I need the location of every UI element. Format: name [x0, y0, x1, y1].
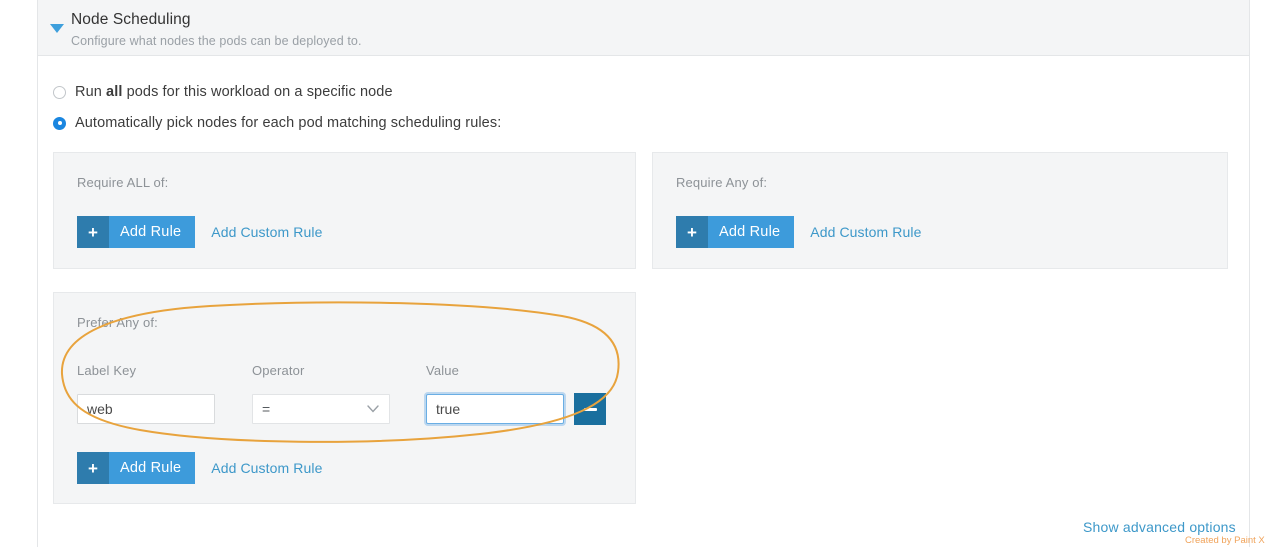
actions-require-all: + Add Rule Add Custom Rule	[77, 216, 322, 248]
radio-label-auto-rules: Automatically pick nodes for each pod ma…	[75, 115, 501, 131]
page-title: Node Scheduling	[71, 11, 191, 29]
operator-select[interactable]: =	[252, 394, 390, 424]
radio-label-specific-node: Run all pods for this workload on a spec…	[75, 84, 393, 100]
radio-icon-selected[interactable]	[53, 117, 66, 130]
panel-require-any: Require Any of: + Add Rule Add Custom Ru…	[652, 152, 1228, 269]
panel-label-require-any: Require Any of:	[676, 175, 767, 190]
add-rule-label: Add Rule	[109, 452, 195, 484]
radio-option-specific-node[interactable]: Run all pods for this workload on a spec…	[53, 84, 393, 100]
add-rule-label: Add Rule	[708, 216, 794, 248]
column-header-value: Value	[426, 363, 459, 378]
actions-require-any: + Add Rule Add Custom Rule	[676, 216, 921, 248]
watermark-text: Created by Paint X	[1185, 535, 1265, 546]
panel-prefer-any: Prefer Any of: Label Key Operator Value …	[53, 292, 636, 504]
radio-label-suffix: pods for this workload on a specific nod…	[122, 84, 392, 100]
section-header-node-scheduling[interactable]: Node Scheduling Configure what nodes the…	[38, 0, 1249, 56]
show-advanced-options-link[interactable]: Show advanced options	[1083, 519, 1236, 535]
column-header-operator: Operator	[252, 363, 305, 378]
add-rule-button-require-any[interactable]: + Add Rule	[676, 216, 794, 248]
plus-icon: +	[676, 216, 708, 248]
remove-rule-button[interactable]	[574, 393, 606, 425]
right-divider	[1249, 0, 1250, 547]
radio-option-auto-rules[interactable]: Automatically pick nodes for each pod ma…	[53, 115, 501, 131]
add-rule-label: Add Rule	[109, 216, 195, 248]
section-subtitle: Configure what nodes the pods can be dep…	[71, 34, 362, 48]
add-custom-rule-link-require-any[interactable]: Add Custom Rule	[810, 224, 921, 240]
column-header-label-key: Label Key	[77, 363, 136, 378]
node-scheduling-screen: Node Scheduling Configure what nodes the…	[0, 0, 1267, 547]
add-custom-rule-link-prefer-any[interactable]: Add Custom Rule	[211, 460, 322, 476]
panel-require-all: Require ALL of: + Add Rule Add Custom Ru…	[53, 152, 636, 269]
add-rule-button-prefer-any[interactable]: + Add Rule	[77, 452, 195, 484]
radio-icon-unselected[interactable]	[53, 86, 66, 99]
radio-label-strong: all	[106, 84, 122, 100]
left-divider	[37, 0, 38, 547]
plus-icon: +	[77, 452, 109, 484]
actions-prefer-any: + Add Rule Add Custom Rule	[77, 452, 322, 484]
add-custom-rule-link-require-all[interactable]: Add Custom Rule	[211, 224, 322, 240]
plus-icon: +	[77, 216, 109, 248]
radio-label-prefix: Run	[75, 84, 106, 100]
label-key-input[interactable]	[77, 394, 215, 424]
operator-select-value: =	[262, 401, 270, 417]
chevron-down-icon	[367, 405, 378, 412]
caret-down-icon[interactable]	[50, 24, 64, 33]
minus-icon	[584, 408, 597, 411]
panel-label-require-all: Require ALL of:	[77, 175, 168, 190]
panel-label-prefer-any: Prefer Any of:	[77, 315, 158, 330]
add-rule-button-require-all[interactable]: + Add Rule	[77, 216, 195, 248]
value-input[interactable]	[426, 394, 564, 424]
